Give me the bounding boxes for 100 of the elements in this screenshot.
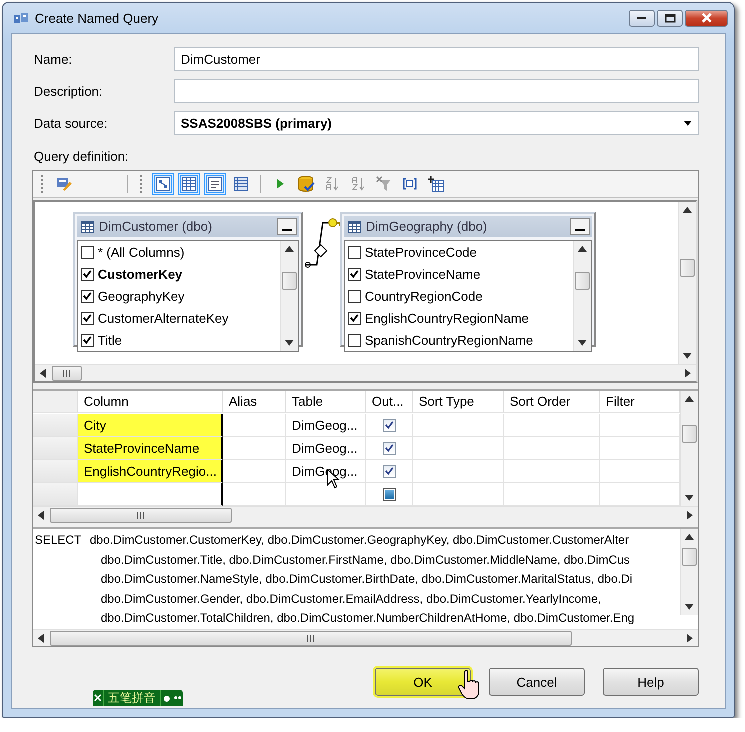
filter-icon[interactable] bbox=[376, 176, 392, 192]
column-name[interactable]: * (All Columns) bbox=[98, 244, 185, 260]
column-name[interactable]: GeographyKey bbox=[98, 288, 185, 304]
verify-sql-icon[interactable] bbox=[297, 175, 315, 193]
column-name[interactable]: StateProvinceCode bbox=[365, 244, 478, 260]
group-by-icon[interactable] bbox=[402, 176, 418, 192]
checkbox[interactable] bbox=[348, 290, 361, 302]
ime-toolbar[interactable]: 五笔拼音 bbox=[93, 690, 183, 706]
column-name[interactable]: CustomerKey bbox=[98, 266, 183, 282]
checkbox[interactable] bbox=[81, 268, 94, 280]
minimize-table-button[interactable] bbox=[277, 218, 297, 235]
name-field[interactable]: DimCustomer bbox=[174, 47, 699, 71]
column-name[interactable]: StateProvinceName bbox=[365, 266, 481, 282]
table-title-bar[interactable]: DimGeography (dbo) bbox=[344, 216, 592, 237]
scroll-up-icon[interactable] bbox=[683, 207, 692, 213]
horizontal-scrollbar[interactable] bbox=[35, 364, 696, 381]
scrollbar-thumb[interactable] bbox=[52, 366, 82, 380]
name-label: Name: bbox=[34, 52, 74, 66]
column-name[interactable]: SpanishCountryRegionName bbox=[365, 332, 534, 348]
minimize-table-button[interactable] bbox=[570, 218, 590, 235]
column-name[interactable]: EnglishCountryRegionName bbox=[365, 310, 530, 326]
cancel-button[interactable]: Cancel bbox=[489, 668, 585, 696]
scrollbar-thumb[interactable] bbox=[50, 630, 572, 646]
grid-pane-icon[interactable] bbox=[181, 176, 197, 192]
table-cell[interactable]: DimGeog... bbox=[286, 414, 366, 437]
dropdown-arrow-icon[interactable] bbox=[684, 120, 692, 126]
scroll-up-icon[interactable] bbox=[685, 396, 694, 402]
table-cell[interactable]: City bbox=[78, 414, 223, 437]
close-icon[interactable] bbox=[700, 13, 712, 23]
vertical-scrollbar[interactable] bbox=[573, 241, 591, 351]
minimize-button[interactable] bbox=[629, 10, 655, 26]
scroll-left-icon[interactable] bbox=[40, 368, 46, 378]
column-header[interactable]: Alias bbox=[223, 391, 286, 413]
scrollbar-thumb[interactable] bbox=[282, 272, 297, 290]
vertical-scrollbar[interactable] bbox=[678, 202, 696, 364]
close-button[interactable] bbox=[685, 10, 728, 26]
column-header[interactable]: Column bbox=[78, 391, 223, 413]
close-icon[interactable] bbox=[93, 693, 103, 703]
checkbox[interactable] bbox=[81, 334, 94, 346]
checkbox[interactable] bbox=[382, 442, 396, 454]
table-cell[interactable]: StateProvinceName bbox=[78, 437, 223, 460]
maximize-icon[interactable] bbox=[664, 14, 676, 22]
maximize-button[interactable] bbox=[657, 10, 683, 26]
checkbox[interactable] bbox=[348, 312, 361, 324]
ime-status-icon[interactable] bbox=[161, 693, 183, 703]
diagram-pane-icon[interactable] bbox=[155, 176, 171, 192]
scrollbar-thumb[interactable] bbox=[575, 272, 590, 290]
scroll-up-icon[interactable] bbox=[685, 534, 694, 540]
checkbox[interactable] bbox=[382, 464, 396, 478]
checkbox[interactable] bbox=[348, 334, 361, 346]
checkbox[interactable] bbox=[348, 246, 361, 258]
column-header[interactable]: Table bbox=[286, 391, 366, 413]
column-header[interactable]: Sort Type bbox=[413, 391, 504, 413]
scroll-right-icon[interactable] bbox=[687, 510, 693, 520]
scroll-down-icon[interactable] bbox=[685, 495, 694, 501]
data-source-dropdown[interactable]: SSAS2008SBS (primary) bbox=[174, 111, 699, 135]
results-pane-icon[interactable] bbox=[233, 176, 249, 192]
checkbox[interactable] bbox=[81, 312, 94, 324]
minimize-icon[interactable] bbox=[637, 16, 647, 20]
help-button[interactable]: Help bbox=[603, 668, 699, 696]
scroll-left-icon[interactable] bbox=[38, 510, 44, 520]
scroll-down-icon[interactable] bbox=[285, 340, 294, 346]
checkbox[interactable] bbox=[382, 418, 396, 432]
scroll-down-icon[interactable] bbox=[578, 340, 587, 346]
table-title: DimCustomer (dbo) bbox=[99, 219, 212, 234]
table-cell[interactable]: EnglishCountryRegio... bbox=[78, 460, 223, 483]
scroll-right-icon[interactable] bbox=[687, 634, 693, 642]
scrollbar-thumb[interactable] bbox=[682, 424, 697, 442]
table-title-bar[interactable]: DimCustomer (dbo) bbox=[77, 216, 299, 237]
checkbox[interactable] bbox=[81, 246, 94, 258]
horizontal-scrollbar[interactable] bbox=[33, 629, 698, 646]
column-name[interactable]: Title bbox=[98, 332, 122, 348]
input-method-label[interactable]: 五笔拼音 bbox=[103, 690, 161, 706]
description-field[interactable] bbox=[174, 79, 699, 103]
scroll-right-icon[interactable] bbox=[685, 368, 691, 378]
scrollbar-thumb[interactable] bbox=[50, 508, 232, 522]
vertical-scrollbar[interactable] bbox=[280, 241, 298, 351]
column-header[interactable]: Filter bbox=[600, 391, 680, 413]
scroll-down-icon[interactable] bbox=[683, 353, 692, 359]
scrollbar-thumb[interactable] bbox=[680, 259, 695, 277]
checkbox[interactable] bbox=[81, 290, 94, 302]
column-name[interactable]: CustomerAlternateKey bbox=[98, 310, 229, 326]
column-header[interactable]: Out... bbox=[366, 391, 413, 413]
scrollbar-thumb[interactable] bbox=[682, 548, 697, 566]
table-cell[interactable]: DimGeog... bbox=[286, 437, 366, 460]
column-header[interactable]: Sort Order bbox=[504, 391, 600, 413]
add-table-icon[interactable] bbox=[428, 176, 444, 192]
ok-button[interactable]: OK bbox=[375, 668, 471, 696]
scroll-left-icon[interactable] bbox=[38, 634, 44, 642]
scroll-down-icon[interactable] bbox=[685, 604, 694, 610]
horizontal-scrollbar[interactable] bbox=[33, 506, 698, 523]
column-name[interactable]: CountryRegionCode bbox=[365, 288, 483, 304]
properties-icon[interactable] bbox=[56, 176, 72, 192]
vertical-scrollbar[interactable] bbox=[680, 529, 698, 615]
vertical-scrollbar[interactable] bbox=[680, 391, 698, 506]
checkbox[interactable] bbox=[382, 488, 396, 500]
checkbox[interactable] bbox=[348, 268, 361, 280]
scroll-up-icon[interactable] bbox=[285, 246, 294, 252]
scroll-up-icon[interactable] bbox=[578, 246, 587, 252]
sql-pane-icon[interactable] bbox=[207, 176, 223, 192]
